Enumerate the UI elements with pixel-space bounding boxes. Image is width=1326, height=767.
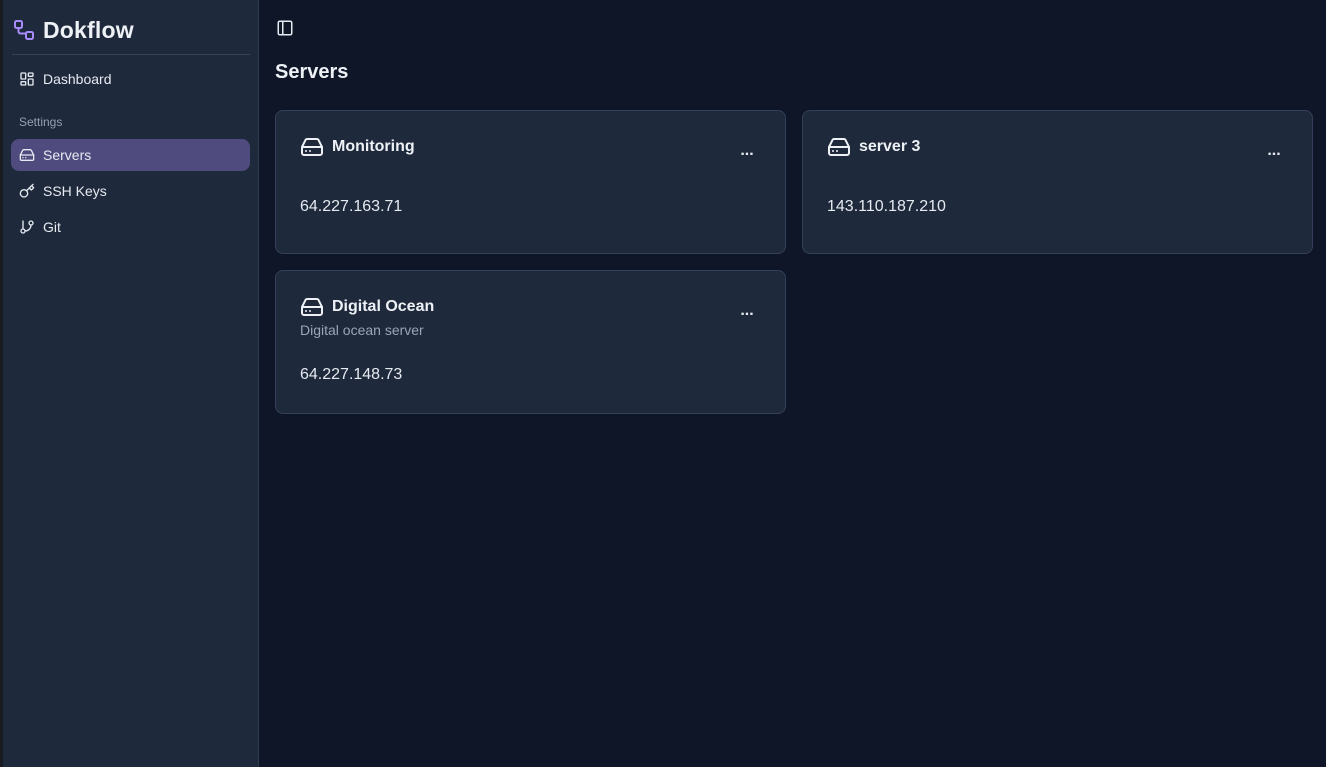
brand[interactable]: Dokflow [12,16,134,44]
server-name: Monitoring [332,138,415,155]
sidebar-item-ssh-keys[interactable]: SSH Keys [11,175,250,207]
more-options-button[interactable]: ... [1262,143,1286,164]
server-card[interactable]: Monitoring 64.227.163.71 ... [275,110,786,254]
server-ip: 143.110.187.210 [827,198,946,215]
server-name: Digital Ocean [332,298,435,315]
sidebar-item-dashboard[interactable]: Dashboard [11,63,250,95]
main-content: Servers Monitoring 64.227.163.71 ... ser… [259,0,1326,767]
workflow-logo-icon [12,18,36,42]
hard-drive-icon [300,297,324,317]
sidebar-item-label: Dashboard [43,71,112,87]
hard-drive-icon [827,137,851,157]
server-card[interactable]: server 3 143.110.187.210 ... [802,110,1313,254]
app-name: Dokflow [43,16,134,43]
sidebar-item-servers[interactable]: Servers [11,139,250,171]
brand-divider [12,54,250,55]
more-options-button[interactable]: ... [735,143,759,164]
sidebar: Dokflow Dashboard Settings Servers SSH K… [3,0,259,767]
server-ip: 64.227.148.73 [300,366,403,383]
app-root: Dokflow Dashboard Settings Servers SSH K… [0,0,1326,767]
dashboard-icon [19,71,35,87]
server-description: Digital ocean server [300,322,424,338]
sidebar-toggle-icon[interactable] [276,19,294,37]
server-card[interactable]: Digital Ocean Digital ocean server 64.22… [275,270,786,414]
sidebar-item-git[interactable]: Git [11,211,250,243]
sidebar-item-label: SSH Keys [43,183,107,199]
more-options-button[interactable]: ... [735,303,759,324]
hard-drive-icon [19,147,35,163]
settings-section-label: Settings [19,115,63,129]
page-title: Servers [275,61,349,83]
server-ip: 64.227.163.71 [300,198,403,215]
git-branch-icon [19,219,35,235]
server-name: server 3 [859,138,921,155]
hard-drive-icon [300,137,324,157]
key-icon [19,183,35,199]
sidebar-item-label: Servers [43,147,92,163]
sidebar-item-label: Git [43,219,61,235]
